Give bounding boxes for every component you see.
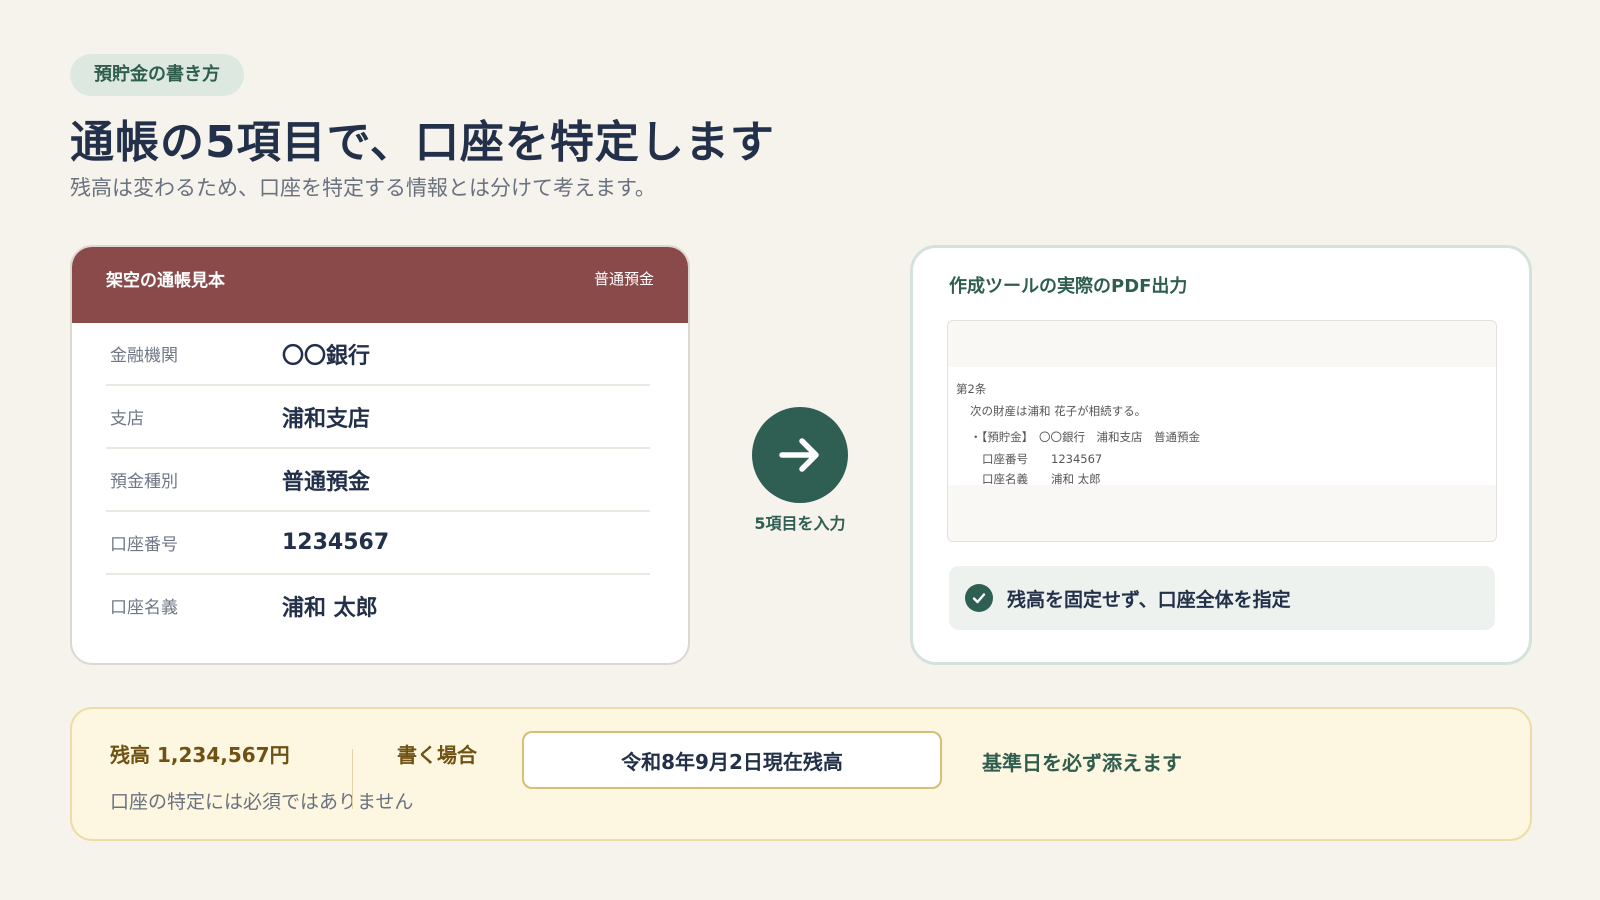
balance-note-text: 口座の特定には必須ではありません	[110, 791, 414, 813]
result-callout: 残高を固定せず、口座全体を指定	[949, 566, 1495, 630]
row-label: 口座名義	[110, 598, 178, 618]
example-text-box: 令和8年9月2日現在残高	[522, 731, 942, 789]
output-title: 作成ツールの実際のPDF出力	[949, 276, 1188, 297]
balance-amount: 残高 1,234,567円	[110, 743, 290, 767]
passbook-header: 架空の通帳見本 普通預金	[72, 247, 688, 323]
pdf-page: 第2条 次の財産は浦和 花子が相続する。 ・【預貯金】 〇〇銀行 浦和支店 普通…	[948, 367, 1496, 486]
flow-label: 5項目を入力	[754, 514, 846, 533]
check-circle-icon	[965, 584, 993, 612]
row-label: 支店	[110, 409, 144, 429]
row-value: 普通預金	[282, 469, 371, 495]
passbook-card: 架空の通帳見本 普通預金 金融機関 〇〇銀行 支店 浦和支店 預金種別 普通預金…	[70, 245, 690, 665]
passbook-row-bank: 金融機関 〇〇銀行	[106, 323, 650, 386]
passbook-row-number: 口座番号 1234567	[106, 512, 650, 575]
flow-arrow	[752, 407, 848, 503]
balance-note: 残高 1,234,567円 口座の特定には必須ではありません 書く場合 令和8年…	[70, 707, 1532, 841]
row-value: 〇〇銀行	[282, 343, 371, 369]
row-value: 浦和支店	[282, 406, 371, 432]
passbook-row-type: 預金種別 普通預金	[106, 449, 650, 512]
page-subtitle: 残高は変わるため、口座を特定する情報とは分けて考えます。	[70, 176, 656, 200]
section-badge: 預貯金の書き方	[70, 54, 244, 96]
pdf-line-article: 第2条	[956, 382, 987, 396]
write-case-label: 書く場合	[397, 743, 477, 767]
row-value: 1234567	[282, 530, 390, 555]
passbook-row-branch: 支店 浦和支店	[106, 386, 650, 449]
row-label: 金融機関	[110, 346, 178, 366]
arrow-right-icon	[779, 438, 819, 472]
pdf-line-account-holder: 口座名義 浦和 太郎	[982, 472, 1101, 486]
row-value: 浦和 太郎	[282, 595, 378, 621]
passbook-title: 架空の通帳見本	[106, 270, 225, 291]
row-label: 預金種別	[110, 472, 178, 492]
row-label: 口座番号	[110, 535, 178, 555]
pdf-preview: 第2条 次の財産は浦和 花子が相続する。 ・【預貯金】 〇〇銀行 浦和支店 普通…	[947, 320, 1497, 542]
pdf-output-card: 作成ツールの実際のPDF出力 第2条 次の財産は浦和 花子が相続する。 ・【預貯…	[910, 245, 1532, 665]
reference-date-note: 基準日を必ず添えます	[982, 751, 1182, 775]
divider	[352, 749, 353, 809]
passbook-rows: 金融機関 〇〇銀行 支店 浦和支店 預金種別 普通預金 口座番号 1234567…	[72, 323, 688, 636]
passbook-row-holder: 口座名義 浦和 太郎	[106, 575, 650, 636]
pdf-line-deposit: ・【預貯金】 〇〇銀行 浦和支店 普通預金	[970, 430, 1200, 444]
page-title: 通帳の5項目で、口座を特定します	[70, 117, 775, 168]
passbook-type-tag: 普通預金	[593, 269, 654, 288]
pdf-line-heir: 次の財産は浦和 花子が相続する。	[970, 404, 1147, 418]
pdf-line-account-number: 口座番号 1234567	[982, 452, 1103, 466]
result-text: 残高を固定せず、口座全体を指定	[1007, 588, 1291, 611]
